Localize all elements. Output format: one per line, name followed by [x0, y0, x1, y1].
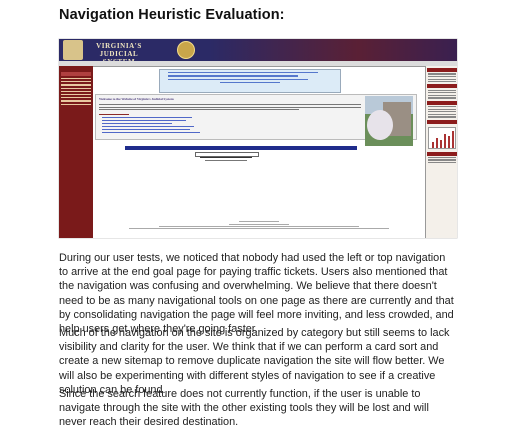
section-heading: Navigation Heuristic Evaluation:	[59, 7, 285, 23]
sidebar-chart	[428, 126, 456, 149]
right-sidebar	[425, 66, 457, 238]
main-content: Welcome to the Website of Virginia's Jud…	[95, 66, 423, 238]
info-subline	[205, 160, 247, 161]
courthouse-photo	[365, 96, 413, 146]
site-footer	[99, 220, 419, 238]
info-line	[200, 157, 252, 159]
paragraph-1: During our user tests, we noticed that n…	[59, 252, 454, 336]
quick-links-bar	[125, 146, 357, 150]
site-banner: VIRGINIA'S JUDICIAL SYSTEM	[59, 39, 457, 66]
state-seal-icon	[177, 41, 195, 59]
logo-line-1: VIRGINIA'S	[96, 42, 142, 50]
paragraph-3: Since the search feature does not curren…	[59, 388, 429, 429]
banner-decoration	[209, 39, 457, 61]
welcome-title: Welcome to the Website of Virginia's Jud…	[99, 97, 174, 101]
website-screenshot: VIRGINIA'S JUDICIAL SYSTEM Welcome to th…	[59, 39, 457, 238]
announcement-box	[159, 69, 341, 93]
column-logo-icon	[63, 40, 83, 60]
left-navigation	[59, 66, 93, 238]
